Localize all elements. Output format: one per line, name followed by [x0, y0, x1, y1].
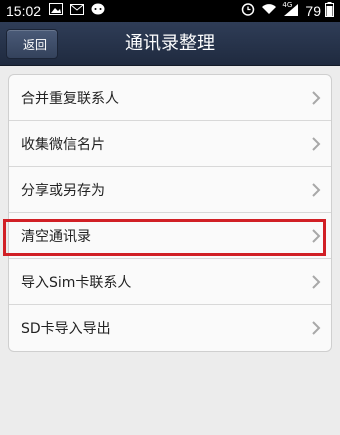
menu-item-label: 合并重复联系人	[21, 90, 119, 107]
back-button-label: 返回	[22, 37, 47, 52]
status-right: 4G 79	[241, 0, 334, 21]
menu-item-label: SD卡导入导出	[21, 321, 111, 337]
chat-icon	[91, 3, 105, 20]
menu-item-label: 导入Sim卡联系人	[21, 274, 132, 291]
chevron-right-icon	[312, 275, 321, 289]
alarm-icon	[241, 2, 255, 20]
title-bar: 通讯录整理 返回	[0, 22, 340, 66]
battery-icon	[325, 1, 334, 21]
network-type: 4G	[282, 0, 293, 9]
menu-item-label: 清空通讯录	[21, 228, 91, 245]
gallery-icon	[49, 3, 64, 19]
menu-item-import-sim[interactable]: 导入Sim卡联系人	[9, 259, 331, 305]
chevron-right-icon	[312, 91, 321, 105]
chevron-right-icon	[312, 183, 321, 197]
menu-item-label: 分享或另存为	[21, 182, 105, 199]
battery-level: 79	[305, 3, 321, 19]
chevron-right-icon	[312, 137, 321, 151]
mail-icon	[70, 3, 85, 19]
menu-item-clear-contacts[interactable]: 清空通讯录	[9, 213, 331, 259]
menu-item-label: 收集微信名片	[21, 136, 105, 153]
menu-item-wechat-cards[interactable]: 收集微信名片	[9, 121, 331, 167]
menu-item-merge-duplicates[interactable]: 合并重复联系人	[9, 75, 331, 121]
status-bar: 15:02 4G 79	[0, 0, 340, 22]
wifi-icon	[261, 3, 277, 19]
back-button[interactable]: 返回	[6, 29, 58, 59]
settings-menu: 合并重复联系人 收集微信名片 分享或另存为 清空通讯录 导入Sim卡联系人 SD…	[8, 74, 332, 352]
menu-item-share-save[interactable]: 分享或另存为	[9, 167, 331, 213]
chevron-right-icon	[312, 321, 321, 335]
menu-item-sd-import-export[interactable]: SD卡导入导出	[9, 305, 331, 351]
chevron-right-icon	[312, 229, 321, 243]
signal-icon: 4G	[282, 0, 299, 20]
status-time: 15:02	[6, 3, 42, 19]
